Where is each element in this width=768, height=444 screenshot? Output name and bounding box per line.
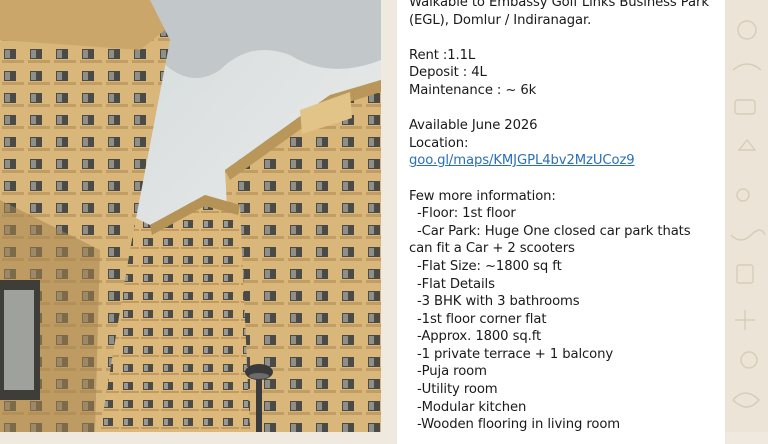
info-item: -Flat Details [417,276,495,292]
info-item: -Approx. 1800 sq.ft [417,329,542,345]
location-link[interactable]: goo.gl/maps/KMJGPL4bv2MzUCoz9 [409,153,635,168]
chat-wallpaper-left [381,0,397,432]
info-item: -Wooden flooring in living room [417,417,621,433]
message-text: Walkable to Embassy Golf Links Business … [409,0,719,434]
availability-line: Available June 2026 [409,118,538,134]
intro-line-1: Walkable to Embassy Golf Links Business … [409,0,709,10]
location-label: Location: [409,135,469,151]
wallpaper-doodle-icon [730,20,766,408]
info-item: -Utility room [417,382,498,398]
message-bubble[interactable]: Walkable to Embassy Golf Links Business … [397,0,725,444]
apartment-buildings-image [0,0,381,432]
maintenance-line: Maintenance : ~ 6k [409,82,537,98]
info-item: -Puja room [417,364,487,380]
info-item: -3 BHK with 3 bathrooms [417,294,580,310]
rent-line: Rent :1.1L [409,47,476,63]
info-item: -Flat Size: ~1800 sq ft [417,258,562,274]
intro-line-2: (EGL), Domlur / Indiranagar. [409,12,592,28]
shared-photo[interactable] [0,0,381,432]
chat-wallpaper [725,0,768,432]
info-item: -Car Park: Huge One closed car park that… [417,223,691,239]
deposit-line: Deposit : 4L [409,65,487,81]
info-item: -Floor: 1st floor [417,206,516,222]
info-item: -1 private terrace + 1 balcony [417,346,614,362]
info-item: -Modular kitchen [417,399,527,415]
info-item: can fit a Car + 2 scooters [409,241,575,257]
info-heading: Few more information: [409,188,556,204]
info-item: -1st floor corner flat [417,311,547,327]
